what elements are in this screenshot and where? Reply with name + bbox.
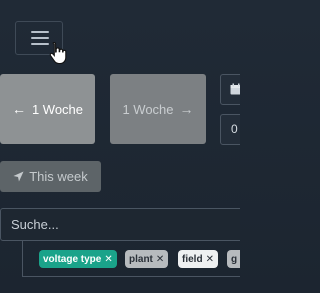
calendar-icon — [230, 83, 240, 95]
filter-tag-plant[interactable]: plant ✕ — [125, 250, 169, 268]
search-box[interactable] — [0, 208, 240, 241]
close-icon[interactable]: ✕ — [104, 254, 112, 265]
previous-week-button[interactable]: ← 1 Woche — [0, 74, 95, 144]
hand-pointer-icon — [49, 41, 67, 65]
search-input[interactable] — [1, 209, 240, 240]
this-week-button[interactable]: This week — [0, 161, 101, 192]
filter-tag-field[interactable]: field ✕ — [178, 250, 218, 268]
filter-tag-list: voltage type ✕ plant ✕ field ✕ g — [22, 241, 240, 277]
date-field[interactable]: 0 — [220, 114, 240, 145]
previous-week-label: 1 Woche — [31, 101, 84, 117]
calendar-button[interactable] — [220, 74, 240, 105]
page: ← 1 Woche 1 Woche → 0 This week voltage … — [0, 0, 240, 293]
arrow-left-icon: ← — [11, 101, 26, 117]
location-arrow-icon — [13, 171, 24, 182]
filter-tag-truncated[interactable]: g — [227, 250, 240, 268]
tag-label: g — [231, 253, 238, 265]
next-week-label: 1 Woche — [122, 101, 174, 117]
arrow-right-icon: → — [179, 101, 194, 117]
this-week-label: This week — [29, 169, 88, 184]
hamburger-icon — [31, 31, 49, 33]
date-value: 0 — [231, 122, 238, 136]
close-icon[interactable]: ✕ — [156, 254, 164, 265]
close-icon[interactable]: ✕ — [206, 254, 214, 265]
tag-label: voltage type — [43, 253, 102, 265]
filter-tag-voltage-type[interactable]: voltage type ✕ — [39, 250, 117, 268]
tag-label: field — [182, 253, 203, 265]
tag-label: plant — [129, 253, 153, 265]
next-week-button[interactable]: 1 Woche → — [110, 74, 206, 144]
